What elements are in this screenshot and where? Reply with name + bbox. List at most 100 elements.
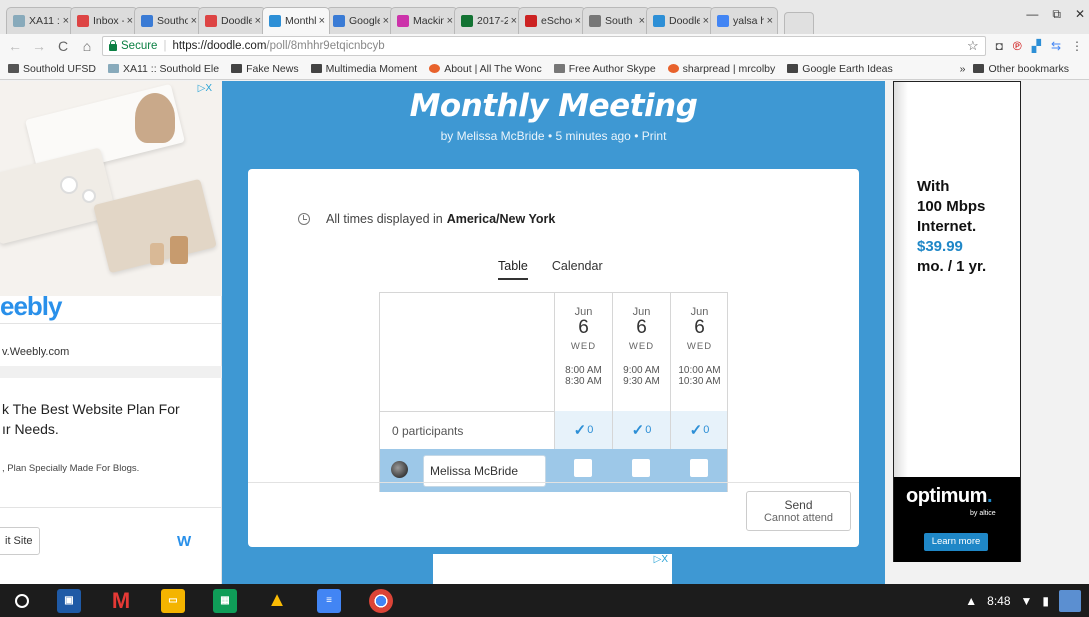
slides-icon[interactable]: ▭ — [161, 588, 185, 613]
bookmark-item[interactable]: About | All The Wonc — [429, 63, 542, 75]
bookmark-item[interactable]: Multimedia Moment — [310, 63, 417, 75]
bottom-ad[interactable]: ▷X — [433, 554, 672, 584]
ad-subtext: , Plan Specially Made For Blogs. — [2, 463, 140, 474]
tab-close-icon[interactable]: × — [575, 15, 581, 27]
option-day: 6 — [636, 317, 647, 338]
tab-close-icon[interactable]: × — [127, 15, 133, 27]
right-ad[interactable]: With 100 Mbps Internet. $39.99 mo. / 1 y… — [893, 81, 1021, 562]
ad-url[interactable]: v.Weebly.com — [2, 346, 69, 358]
sheet-icon — [461, 15, 473, 27]
tab-close-icon[interactable]: × — [383, 15, 389, 27]
reload-icon[interactable]: C — [54, 38, 72, 54]
tab-close-icon[interactable]: × — [255, 15, 261, 27]
bookmark-item[interactable]: Southold UFSD — [8, 63, 96, 75]
bookmark-item[interactable]: Free Author Skype — [553, 63, 656, 75]
close-window-icon[interactable]: ✕ — [1075, 7, 1085, 22]
google-classroom-icon — [333, 15, 345, 27]
browser-tab[interactable]: yalsa h × — [710, 7, 778, 34]
tab-close-icon[interactable]: × — [703, 15, 709, 27]
other-bookmarks[interactable]: Other bookmarks — [973, 63, 1069, 75]
forward-icon[interactable]: → — [30, 38, 48, 54]
browser-tab[interactable]: eSchoo× — [518, 7, 586, 34]
browser-tab[interactable]: XA11 :: × — [6, 7, 74, 34]
send-button[interactable]: Send Cannot attend — [746, 491, 851, 531]
minimize-icon[interactable]: — — [1026, 7, 1038, 22]
browser-tab[interactable]: Southo × — [134, 7, 202, 34]
menu-icon[interactable]: ⋮ — [1071, 39, 1083, 53]
availability-checkbox[interactable] — [690, 459, 708, 477]
browser-tab[interactable]: Doodle × — [646, 7, 714, 34]
google-icon — [717, 15, 729, 27]
poll-byline: by Melissa McBride • 5 minutes ago • Pri… — [440, 129, 667, 143]
availability-checkbox[interactable] — [632, 459, 650, 477]
bookmark-item[interactable]: sharpread | mrcolby — [667, 63, 775, 75]
bookmark-item[interactable]: Google Earth Ideas — [787, 63, 893, 75]
bookmarks-more-button[interactable]: » — [960, 63, 966, 75]
browser-tab[interactable]: Inbox - × — [70, 7, 138, 34]
tab-close-icon[interactable]: × — [511, 15, 517, 27]
weebly-icon[interactable]: W — [177, 533, 191, 550]
option-end: 8:30 AM — [565, 376, 602, 387]
folder-icon — [231, 64, 243, 73]
tab-close-icon[interactable]: × — [191, 15, 197, 27]
visit-site-button[interactable]: it Site — [0, 527, 40, 555]
browser-tab[interactable]: Google × — [326, 7, 394, 34]
option-dow: WED — [570, 341, 597, 352]
docs-icon[interactable]: ≡ — [317, 588, 341, 613]
avatar — [391, 461, 408, 478]
option-dow: WED — [686, 341, 713, 352]
tab-calendar[interactable]: Calendar — [552, 259, 603, 280]
tab-close-icon[interactable]: × — [447, 15, 453, 27]
chrome-icon[interactable] — [369, 588, 393, 613]
sheets-icon[interactable]: ▦ — [213, 588, 237, 613]
gmail-icon[interactable]: M — [109, 588, 133, 613]
browser-tab[interactable]: South (× — [582, 7, 650, 34]
tab-title: Doodle — [221, 15, 252, 27]
page-content: ▷X eebly v.Weebly.com k The Best Website… — [0, 81, 1089, 584]
timezone-value[interactable]: America/New York — [447, 212, 556, 226]
home-icon[interactable]: ⌂ — [78, 38, 96, 54]
status-area[interactable]: ▲ 8:48 ▼ ▮ — [965, 589, 1089, 612]
learn-more-button[interactable]: Learn more — [924, 533, 988, 551]
bookmark-star-icon[interactable]: ☆ — [967, 38, 979, 54]
browser-tab[interactable]: Doodle × — [198, 7, 266, 34]
participant-row: Melissa McBride — [380, 449, 727, 492]
secure-indicator[interactable]: Secure — [109, 39, 157, 52]
back-icon[interactable]: ← — [6, 38, 24, 54]
ad-headline[interactable]: k The Best Website Plan For ır Needs. — [2, 399, 220, 439]
tab-close-icon[interactable]: × — [639, 15, 645, 27]
tab-close-icon[interactable]: × — [63, 15, 69, 27]
adchoices-icon[interactable]: ▷X — [198, 83, 212, 94]
browser-tab[interactable]: Monthly× — [262, 7, 330, 34]
availability-checkbox[interactable] — [574, 459, 592, 477]
bookmark-item[interactable]: XA11 :: Southold Ele — [107, 63, 219, 75]
address-bar[interactable]: Secure | https://doodle.com/poll/8mhhr9e… — [102, 36, 986, 56]
browser-tab[interactable]: 2017-2(× — [454, 7, 522, 34]
translate-icon[interactable]: ⇆ — [1051, 39, 1061, 53]
participants-count: 0 participants — [392, 424, 464, 438]
tab-close-icon[interactable]: × — [767, 15, 773, 27]
wifi-icon: ▼ — [1020, 593, 1033, 608]
tab-table[interactable]: Table — [498, 259, 528, 280]
drive-icon[interactable]: ▲ — [265, 589, 289, 613]
restore-icon[interactable]: ⧉ — [1052, 7, 1061, 22]
tab-close-icon[interactable]: × — [319, 15, 325, 27]
ad-image[interactable]: ▷X — [0, 81, 222, 296]
checkmark-icon: ✓ — [631, 422, 645, 439]
new-tab-button[interactable] — [784, 12, 814, 34]
pinterest-icon[interactable]: ℗ — [1013, 39, 1022, 53]
clock-time[interactable]: 8:48 — [987, 594, 1010, 608]
pocket-icon[interactable]: ◘ — [996, 39, 1003, 53]
bookmark-label: Fake News — [246, 62, 299, 75]
notification-icon[interactable]: ▲ — [965, 594, 977, 608]
timezone-label: All times displayed in — [326, 212, 443, 226]
browser-tab[interactable]: Mackin × — [390, 7, 458, 34]
typing-club-icon[interactable]: ▣ — [57, 588, 81, 613]
launcher-icon[interactable] — [15, 593, 29, 608]
optimum-banner[interactable]: optimum. by altice Learn more — [894, 477, 1020, 562]
extension-icon[interactable]: ▞ — [1032, 39, 1041, 53]
left-ad[interactable]: ▷X eebly v.Weebly.com k The Best Website… — [0, 81, 222, 584]
bookmark-item[interactable]: Fake News — [231, 63, 299, 75]
adchoices-icon[interactable]: ▷X — [654, 554, 668, 565]
user-avatar[interactable] — [1059, 589, 1081, 612]
